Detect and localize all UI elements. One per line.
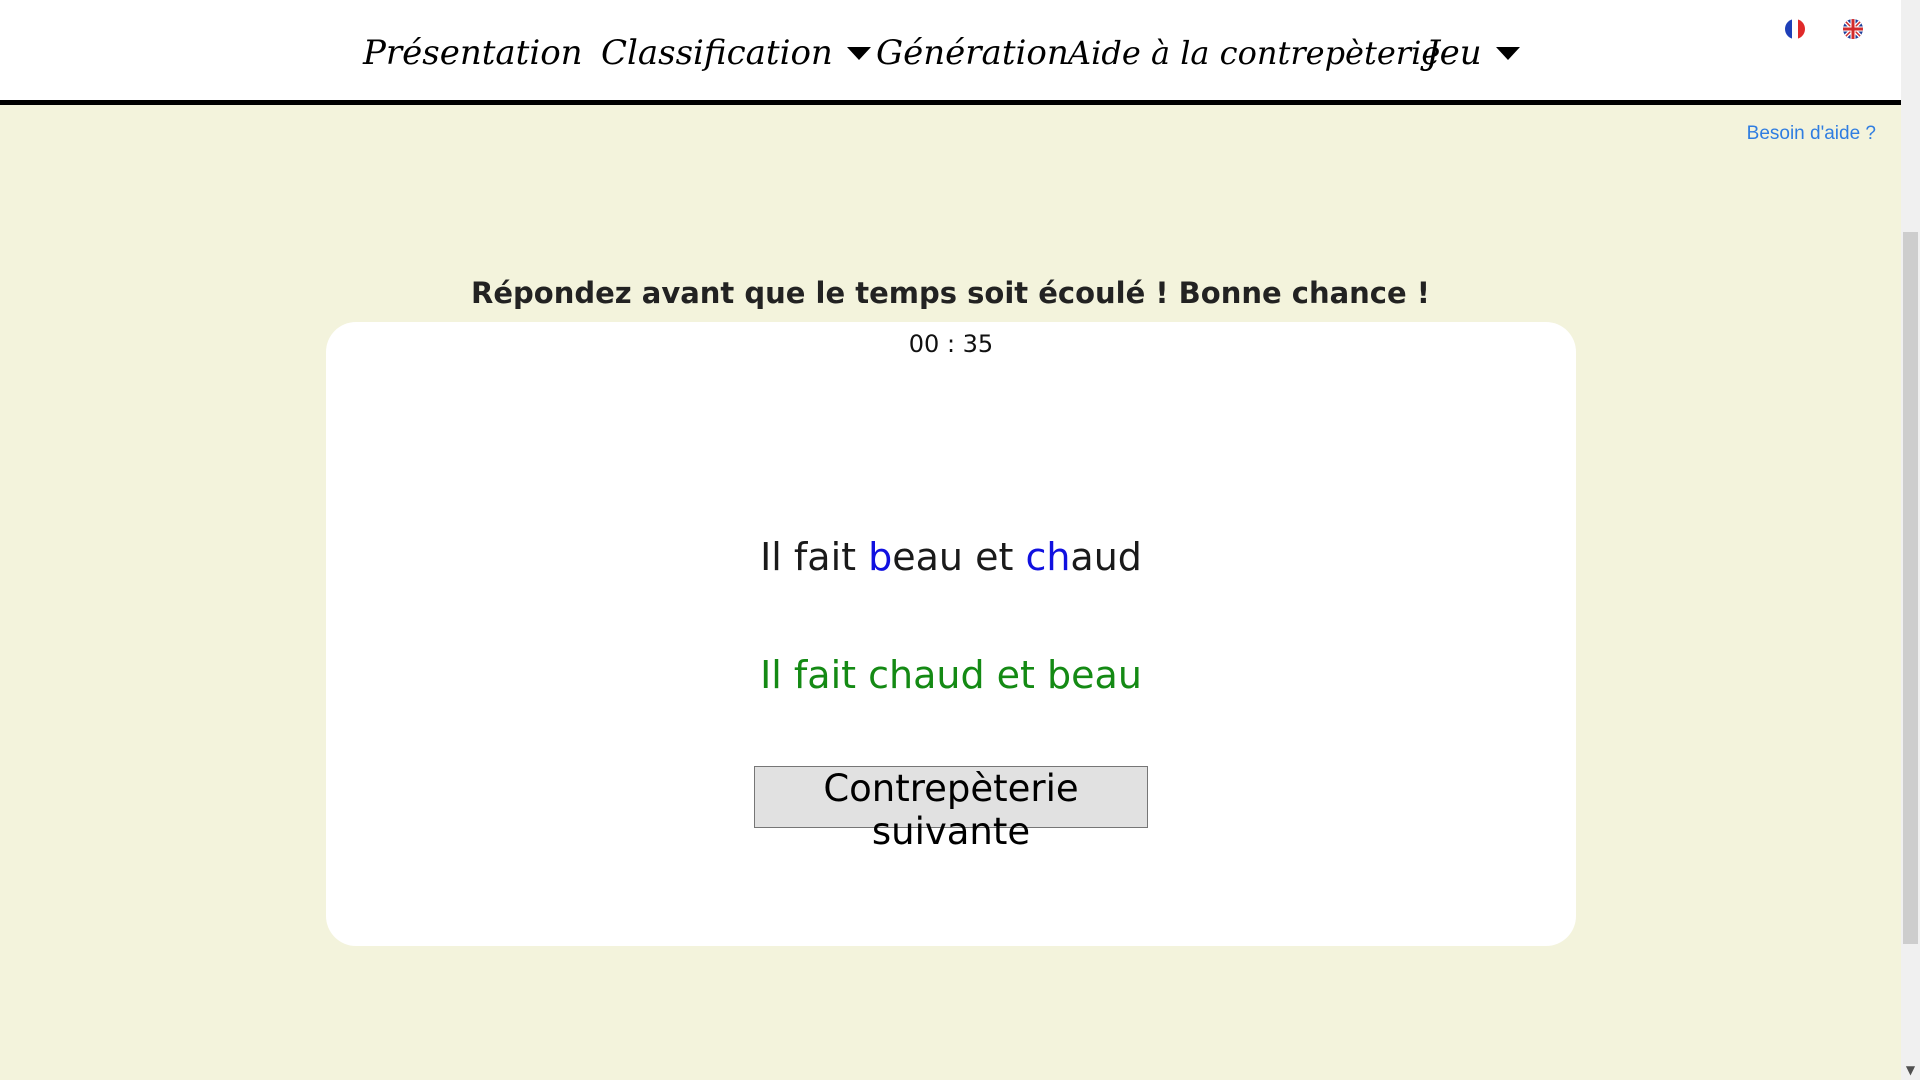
- help-link[interactable]: Besoin d'aide ?: [1747, 123, 1876, 145]
- phrase-segment: eau et: [892, 535, 1026, 579]
- french-flag-icon[interactable]: [1785, 19, 1805, 39]
- nav-jeu-label: Jeu: [1426, 33, 1482, 73]
- nav-jeu[interactable]: Jeu: [1426, 18, 1520, 88]
- swapped-sound-2: ch: [1025, 535, 1071, 579]
- uk-flag-icon[interactable]: [1843, 19, 1863, 39]
- swapped-sound-1: b: [868, 535, 893, 579]
- original-phrase: Il fait beau et chaud: [326, 535, 1576, 579]
- phrase-segment: Il fait: [760, 535, 869, 579]
- nav-aide-contrepeterie[interactable]: Aide à la contrepèterie: [1068, 18, 1440, 88]
- countdown-timer: 00 : 35: [908, 330, 994, 358]
- nav-generation[interactable]: Génération: [876, 18, 1069, 88]
- scrollbar-thumb[interactable]: [1903, 232, 1918, 944]
- nav-presentation[interactable]: Présentation: [363, 18, 583, 88]
- game-card: 00 : 35 Il fait beau et chaud Il fait ch…: [326, 322, 1576, 946]
- nav-aide-label: Aide à la contrepèterie: [1068, 34, 1441, 72]
- nav-presentation-label: Présentation: [363, 33, 583, 73]
- answer-phrase: Il fait chaud et beau: [760, 653, 1142, 697]
- instruction-text: Répondez avant que le temps soit écoulé …: [471, 276, 1430, 310]
- scroll-down-arrow-icon[interactable]: ▼: [1901, 1061, 1920, 1080]
- nav-classification[interactable]: Classification: [601, 18, 871, 88]
- phrase-segment: aud: [1070, 535, 1142, 579]
- next-contrepeterie-button[interactable]: Contrepèterie suivante: [754, 766, 1148, 853]
- vertical-scrollbar[interactable]: ▼: [1901, 0, 1920, 1080]
- caret-down-icon: [1495, 46, 1520, 60]
- nav-generation-label: Génération: [876, 33, 1069, 73]
- nav-classification-label: Classification: [601, 33, 833, 73]
- caret-down-icon: [846, 46, 871, 60]
- top-navbar: Présentation Classification Génération A…: [0, 0, 1901, 105]
